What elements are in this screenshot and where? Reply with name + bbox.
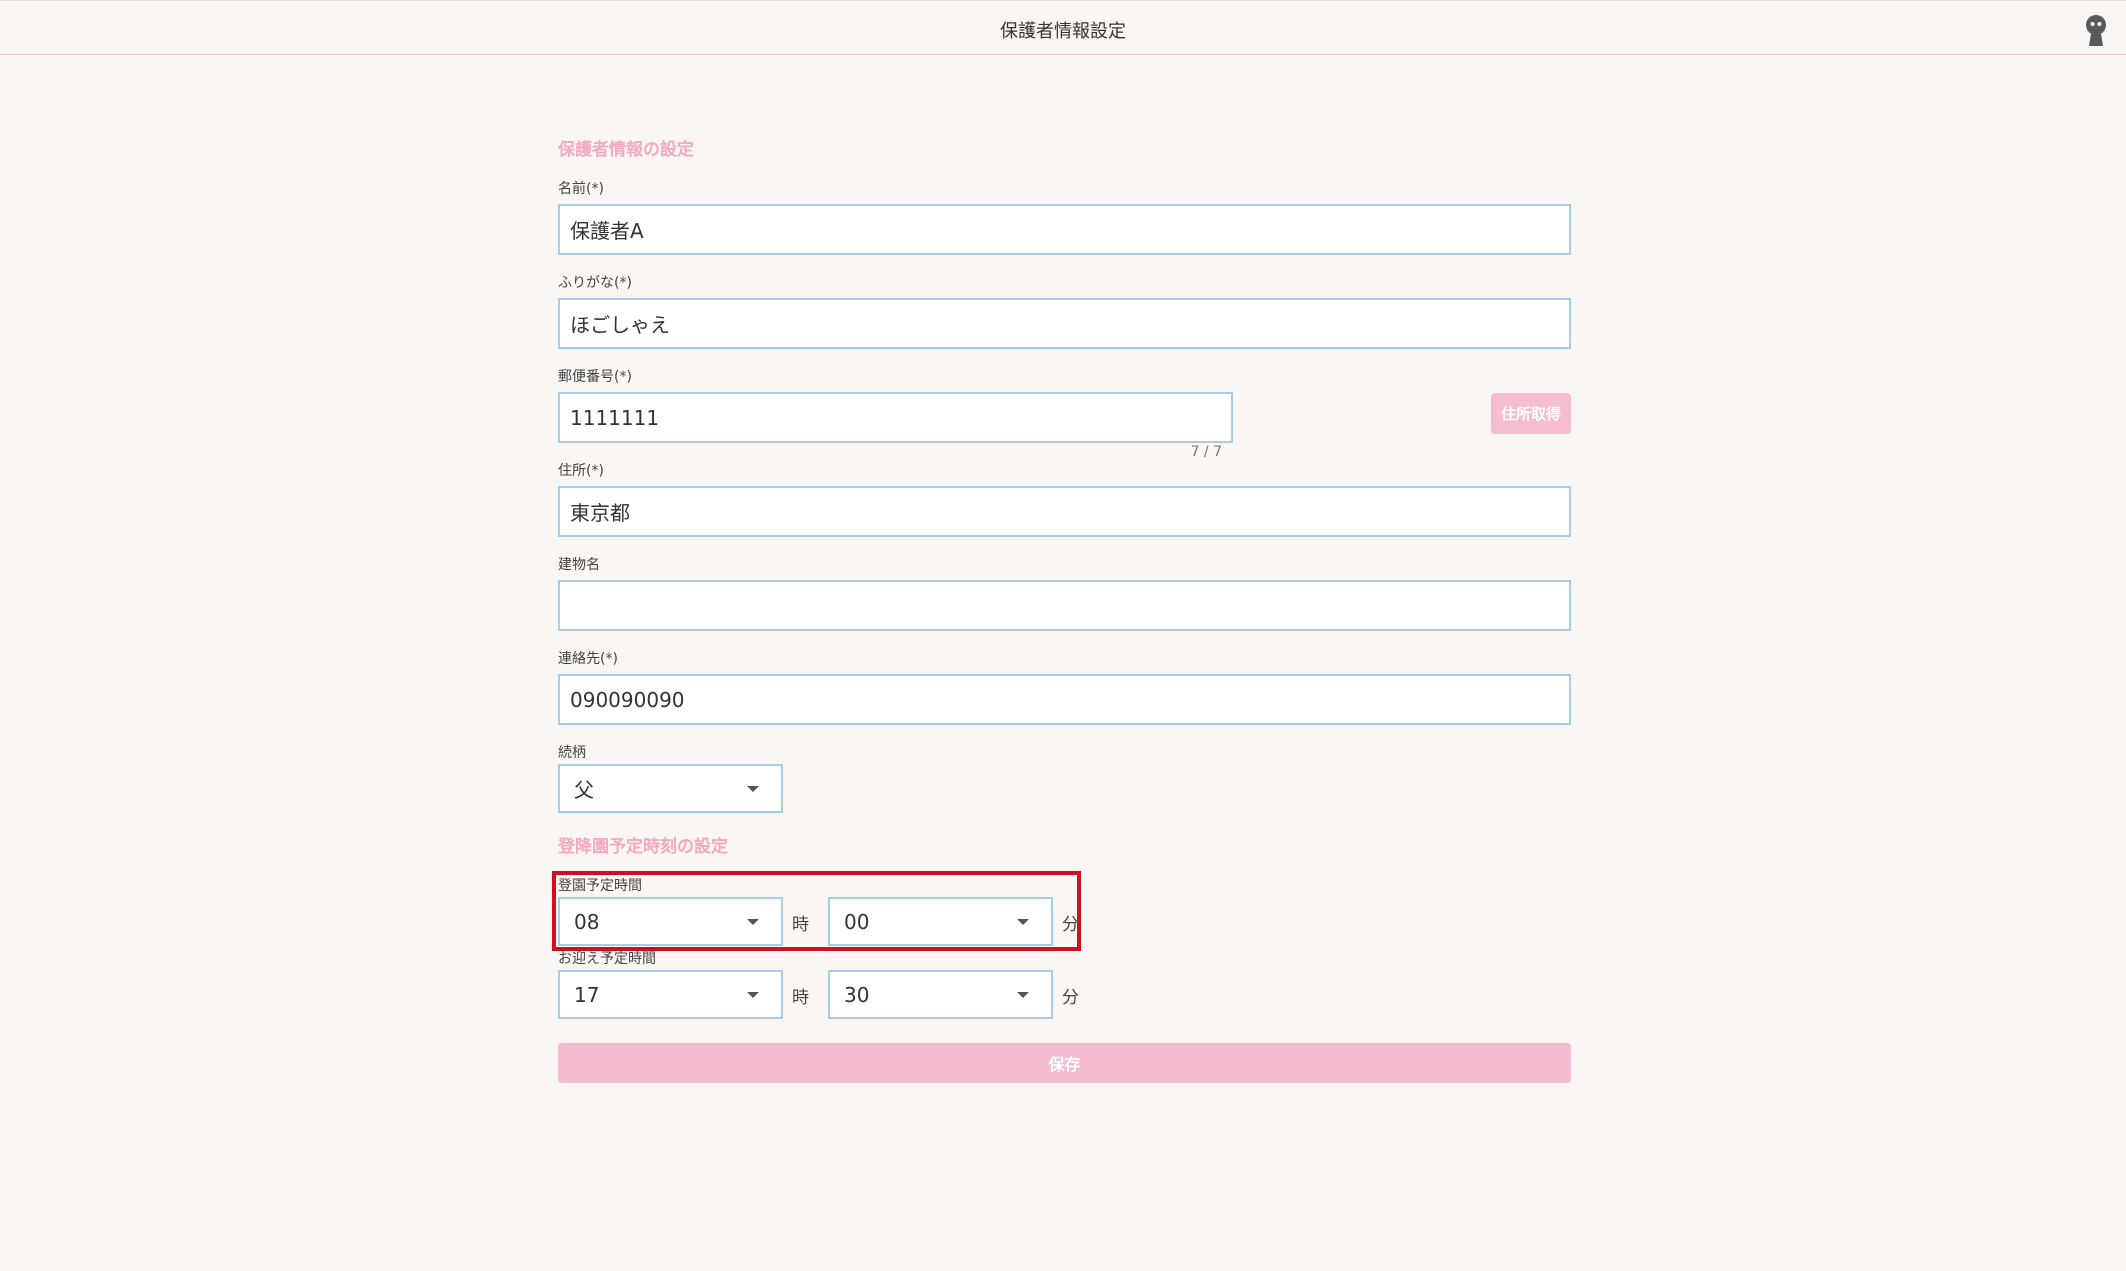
name-field[interactable]: 保護者A	[558, 204, 1571, 255]
pickup-label: お迎え予定時間	[558, 951, 656, 967]
pickup-minute-select[interactable]: 30	[828, 970, 1053, 1019]
pickup-minute-unit: 分	[1062, 988, 1079, 1008]
chevron-down-icon	[1017, 992, 1029, 998]
chevron-down-icon	[747, 992, 759, 998]
contact-label: 連絡先(*)	[558, 651, 618, 667]
furigana-label: ふりがな(*)	[558, 275, 632, 291]
pickup-minute-value: 30	[844, 982, 870, 1007]
user-avatar-icon[interactable]	[2083, 14, 2109, 46]
postal-code-counter: 7 / 7	[1190, 444, 1222, 460]
relationship-label: 続柄	[558, 745, 586, 761]
contact-field[interactable]: 090090090	[558, 674, 1571, 725]
name-label: 名前(*)	[558, 181, 604, 197]
contact-value: 090090090	[570, 687, 685, 712]
building-field[interactable]	[558, 580, 1571, 631]
postal-code-label: 郵便番号(*)	[558, 369, 632, 385]
chevron-down-icon	[747, 786, 759, 792]
schedule-section-title: 登降園予定時刻の設定	[558, 837, 728, 857]
address-label: 住所(*)	[558, 463, 604, 479]
name-value: 保護者A	[570, 219, 644, 243]
relationship-select[interactable]: 父	[558, 764, 783, 813]
building-label: 建物名	[558, 557, 600, 573]
furigana-value: ほごしゃえ	[570, 313, 670, 337]
top-bar: 保護者情報設定	[0, 0, 2126, 55]
postal-code-field[interactable]: 1111111	[558, 392, 1233, 443]
dropoff-time-highlight	[552, 871, 1081, 951]
page-title: 保護者情報設定	[1000, 21, 1126, 42]
address-lookup-button[interactable]: 住所取得	[1491, 393, 1571, 434]
save-button[interactable]: 保存	[558, 1043, 1571, 1083]
relationship-value: 父	[574, 778, 594, 802]
guardian-section-title: 保護者情報の設定	[558, 140, 694, 160]
furigana-field[interactable]: ほごしゃえ	[558, 298, 1571, 349]
postal-code-value: 1111111	[570, 405, 660, 430]
address-field[interactable]: 東京都	[558, 486, 1571, 537]
pickup-hour-unit: 時	[792, 988, 809, 1008]
address-value: 東京都	[570, 501, 630, 525]
pickup-hour-value: 17	[574, 982, 600, 1007]
pickup-hour-select[interactable]: 17	[558, 970, 783, 1019]
